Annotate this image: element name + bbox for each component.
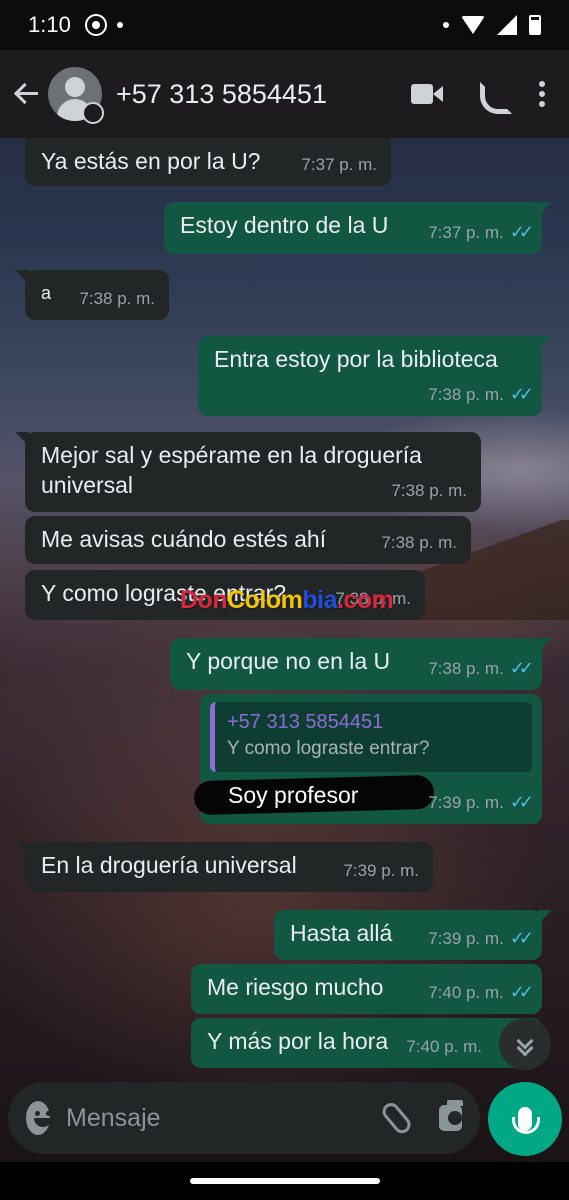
watermark-part: Don: [180, 586, 228, 614]
message-time: 7:37 p. m.: [428, 223, 504, 242]
read-ticks-icon: ✓✓: [509, 928, 534, 948]
message-text: Hasta allá: [290, 920, 393, 946]
quoted-message[interactable]: +57 313 5854451 Y como lograste entrar?: [210, 702, 532, 772]
message-text: Ya estás en por la U?: [41, 148, 261, 174]
message-time: 7:37 p. m.: [301, 155, 377, 174]
contact-name[interactable]: +57 313 5854451: [116, 79, 327, 110]
message-bubble-out[interactable]: Hasta allá 7:39 p. m. ✓✓: [274, 910, 552, 960]
wifi-icon: [461, 16, 485, 34]
voice-call-icon[interactable]: [477, 80, 505, 108]
message-time: 7:39 p. m.: [343, 861, 419, 880]
message-text: Estoy dentro de la U: [180, 212, 389, 238]
read-ticks-icon: ✓✓: [509, 982, 534, 1002]
message-bubble-out[interactable]: Y más por la hora 7:40 p. m.: [191, 1018, 542, 1068]
message-time: 7:40 p. m.: [406, 1037, 482, 1056]
message-time: 7:38 p. m.: [428, 385, 504, 404]
chat-header: +57 313 5854451: [0, 50, 569, 138]
camera-icon[interactable]: [439, 1100, 463, 1131]
quoted-sender: +57 313 5854451: [227, 711, 384, 733]
watermark-part: Colom: [227, 586, 303, 614]
message-text: Soy profesor: [228, 782, 359, 808]
notification-dot: [116, 22, 123, 28]
message-time: 7:38 p. m.: [391, 481, 467, 500]
message-bubble-out-reply[interactable]: +57 313 5854451 Y como lograste entrar? …: [193, 694, 542, 824]
notification-dot: [443, 22, 449, 28]
message-composer: [8, 1082, 480, 1154]
message-bubble-out[interactable]: Y porque no en la U 7:38 p. m. ✓✓: [170, 638, 552, 690]
message-text: Entra estoy por la biblioteca: [214, 346, 498, 372]
message-time: 7:39 p. m.: [428, 793, 504, 812]
message-text: Y porque no en la U: [186, 648, 391, 674]
read-ticks-icon: ✓✓: [509, 222, 534, 242]
message-text: Me avisas cuándo estés ahí: [41, 526, 327, 552]
scroll-to-bottom-button[interactable]: [499, 1018, 551, 1070]
message-bubble-out[interactable]: Estoy dentro de la U 7:37 p. m. ✓✓: [164, 202, 552, 254]
message-time: 7:38 p. m.: [381, 533, 457, 552]
avatar-head: [65, 77, 85, 97]
message-bubble-in[interactable]: Ya estás en por la U? 7:37 p. m.: [25, 138, 391, 186]
message-time: 7:38 p. m.: [79, 289, 155, 308]
emoji-icon[interactable]: [26, 1101, 53, 1135]
video-call-icon[interactable]: [411, 84, 443, 104]
watermark: DonColombia.com: [180, 586, 394, 615]
read-ticks-icon: ✓✓: [509, 658, 534, 678]
watermark-part: .com: [337, 586, 394, 614]
signal-icon: [497, 15, 517, 35]
read-ticks-icon: ✓✓: [509, 792, 534, 812]
voice-message-button[interactable]: [488, 1082, 562, 1156]
message-text: Y más por la hora: [207, 1028, 389, 1054]
read-ticks-icon: ✓✓: [509, 384, 534, 404]
message-text: Me riesgo mucho: [207, 974, 384, 1000]
home-indicator[interactable]: [190, 1178, 380, 1184]
quoted-text: Y como lograste entrar?: [227, 738, 430, 759]
message-bubble-out[interactable]: Me riesgo mucho 7:40 p. m. ✓✓: [191, 964, 542, 1014]
message-input[interactable]: [66, 1103, 389, 1133]
status-badge-icon: [82, 102, 104, 124]
message-bubble-out[interactable]: Entra estoy por la biblioteca 7:38 p. m.…: [198, 336, 552, 416]
watermark-part: bia: [302, 586, 338, 614]
more-options-icon[interactable]: [539, 81, 545, 107]
message-time: 7:40 p. m.: [428, 983, 504, 1002]
message-text: Mejor sal y espérame en la droguería uni…: [41, 442, 422, 498]
message-time: 7:38 p. m.: [428, 659, 504, 678]
whatsapp-icon: [84, 14, 107, 36]
back-arrow-icon[interactable]: [12, 79, 42, 109]
message-bubble-in[interactable]: a 7:38 p. m.: [15, 270, 169, 320]
message-bubble-in[interactable]: Mejor sal y espérame en la droguería uni…: [15, 432, 481, 512]
message-text: En la droguería universal: [41, 852, 297, 878]
system-nav-bar: [0, 1162, 569, 1200]
status-time: 1:10: [28, 12, 71, 37]
message-bubble-in[interactable]: En la droguería universal 7:39 p. m.: [15, 842, 433, 892]
mic-icon: [512, 1107, 540, 1134]
message-bubble-in[interactable]: Me avisas cuándo estés ahí 7:38 p. m.: [25, 516, 471, 564]
message-time: 7:39 p. m.: [428, 929, 504, 948]
battery-icon: [529, 15, 541, 35]
status-bar: 1:10: [0, 0, 569, 50]
message-text: a: [41, 283, 52, 303]
